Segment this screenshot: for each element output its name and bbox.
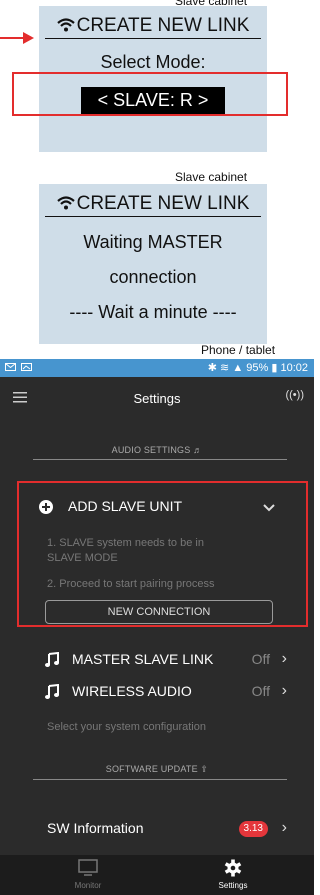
software-update-heading: SOFTWARE UPDATE ⇪	[105, 764, 209, 774]
tab-settings[interactable]: Settings	[183, 855, 283, 895]
highlight-mode	[12, 72, 288, 116]
mail-icon	[5, 363, 16, 371]
status-right: ✱ ≋ ▲ 95% ▮ 10:02	[208, 361, 308, 374]
app-bar: Settings ((•))	[0, 377, 314, 421]
master-slave-link-label: MASTER SLAVE LINK	[72, 651, 214, 667]
music-note-icon	[45, 652, 59, 667]
tab-settings-label: Settings	[218, 881, 248, 890]
chevron-right-icon: ›	[281, 650, 287, 667]
config-hint-text: Select your system configuration	[47, 721, 206, 733]
chevron-right-icon: ›	[281, 682, 287, 699]
app-title: Settings	[133, 391, 181, 406]
wireless-audio-label: WIRELESS AUDIO	[72, 683, 192, 699]
battery-clock-text: 95% ▮ 10:02	[246, 362, 308, 374]
bottom-tab-bar: Monitor Settings	[0, 855, 314, 895]
lcd-select-mode-text: Select Mode:	[100, 52, 206, 72]
monitor-icon	[78, 859, 98, 876]
audio-settings-heading: AUDIO SETTINGS ♬	[111, 445, 203, 455]
sw-information-row[interactable]: SW Information 3.13 ›	[0, 815, 314, 843]
arrow-icon	[0, 32, 34, 44]
lcd-title-text: CREATE NEW LINK	[76, 15, 250, 36]
sw-information-label: SW Information	[47, 820, 144, 836]
image-icon	[21, 363, 33, 371]
divider	[33, 779, 287, 780]
master-slave-link-value: Off	[251, 651, 270, 667]
tab-monitor-label: Monitor	[74, 881, 102, 890]
wifi-icon	[56, 18, 75, 32]
phone-screen: ✱ ≋ ▲ 95% ▮ 10:02 Settings ((•)) AUDIO S…	[0, 359, 314, 895]
music-note-icon	[45, 684, 59, 699]
lcd-title-text: CREATE NEW LINK	[76, 193, 250, 214]
wireless-audio-value: Off	[251, 683, 270, 699]
lcd-title: CREATE NEW LINK	[45, 14, 261, 39]
wifi-icon	[56, 196, 75, 210]
highlight-add-slave	[17, 481, 308, 627]
wireless-audio-row[interactable]: WIRELESS AUDIO Off ›	[0, 678, 314, 706]
signal-icons: ✱ ≋ ▲	[207, 362, 247, 374]
lcd-screen-waiting: CREATE NEW LINK Waiting MASTER connectio…	[39, 184, 267, 344]
status-bar: ✱ ≋ ▲ 95% ▮ 10:02	[0, 359, 314, 377]
divider	[33, 459, 287, 460]
chevron-right-icon: ›	[281, 819, 287, 836]
master-slave-link-row[interactable]: MASTER SLAVE LINK Off ›	[0, 646, 314, 674]
lcd-title: CREATE NEW LINK	[45, 192, 261, 217]
lcd-connection-text: connection	[109, 267, 197, 287]
caption-middle: Slave cabinet	[175, 170, 248, 184]
cast-icon[interactable]: ((•))	[285, 389, 304, 401]
notification-icons	[5, 362, 33, 375]
gear-icon	[224, 859, 242, 877]
tab-monitor[interactable]: Monitor	[38, 855, 138, 895]
version-badge: 3.13	[238, 821, 268, 837]
caption-phone: Phone / tablet	[201, 343, 276, 357]
lcd-wait-text: ---- Wait a minute ----	[69, 302, 237, 322]
lcd-waiting-text: Waiting MASTER	[83, 232, 223, 252]
